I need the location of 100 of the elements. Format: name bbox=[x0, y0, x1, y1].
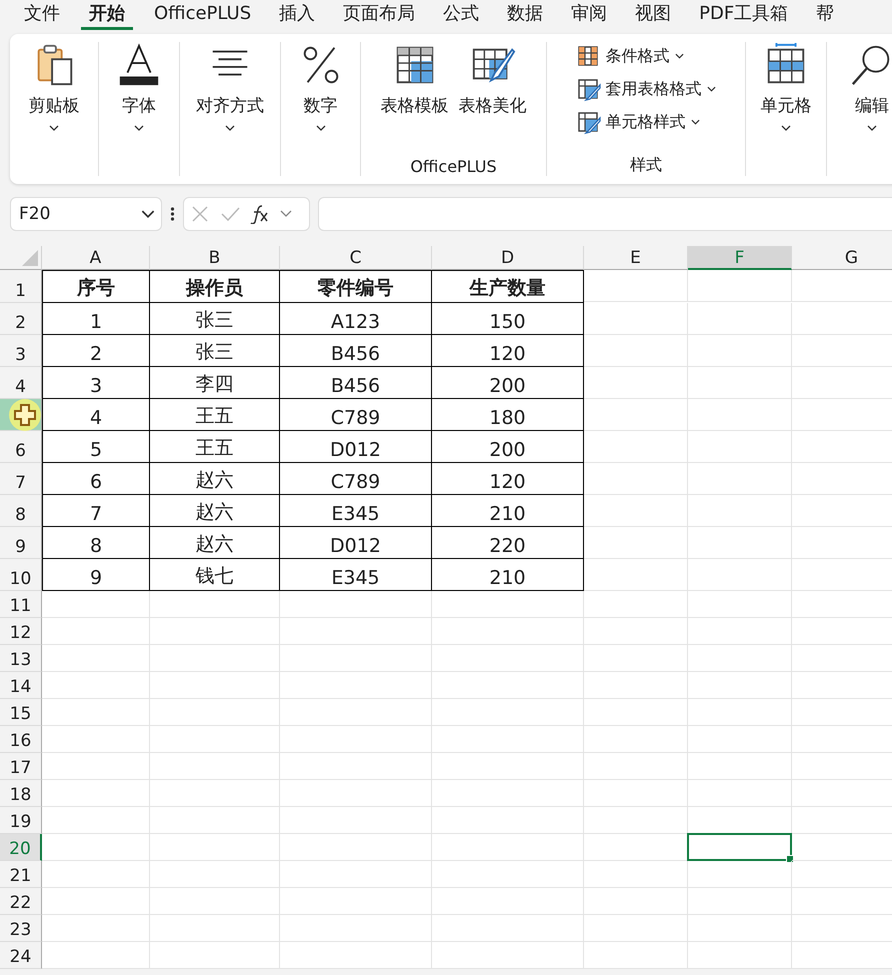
name-box[interactable]: F20 bbox=[10, 197, 162, 231]
table-cell: 6 bbox=[42, 463, 150, 495]
row-header[interactable]: 18 bbox=[0, 780, 42, 807]
table-cell: 7 bbox=[42, 495, 150, 527]
ribbon-button[interactable]: 单元格样式 bbox=[576, 110, 700, 134]
column-header[interactable]: B bbox=[150, 246, 280, 270]
row-header[interactable] bbox=[0, 399, 42, 431]
function-icon[interactable] bbox=[250, 204, 270, 224]
ribbon-button[interactable]: 套用表格格式 bbox=[576, 77, 716, 101]
row-header[interactable]: 2 bbox=[0, 303, 42, 335]
row-header[interactable]: 22 bbox=[0, 888, 42, 915]
table-cell: 8 bbox=[42, 527, 150, 559]
ribbon-button[interactable]: 表格美化 bbox=[456, 42, 528, 157]
cursor-icon bbox=[8, 398, 42, 432]
table-cell: A123 bbox=[280, 303, 432, 335]
row-header[interactable]: 12 bbox=[0, 618, 42, 645]
row-header[interactable]: 14 bbox=[0, 672, 42, 699]
menu-tab[interactable]: PDF工具箱 bbox=[685, 0, 802, 30]
menu-tab[interactable]: OfficePLUS bbox=[140, 0, 266, 30]
column-header[interactable]: F bbox=[688, 246, 792, 270]
ribbon-button[interactable]: 对齐方式 bbox=[194, 42, 266, 176]
table-cell: 钱七 bbox=[150, 559, 280, 591]
table-cell: B456 bbox=[280, 367, 432, 399]
chevron-down-icon bbox=[141, 210, 155, 218]
row-header[interactable]: 23 bbox=[0, 915, 42, 942]
table-cell: 赵六 bbox=[150, 463, 280, 495]
table-cell: 9 bbox=[42, 559, 150, 591]
ribbon-button[interactable]: 条件格式 bbox=[576, 44, 684, 68]
row-header[interactable]: 11 bbox=[0, 591, 42, 618]
row-header[interactable]: 3 bbox=[0, 335, 42, 367]
row-header[interactable]: 15 bbox=[0, 699, 42, 726]
table-cell: 生产数量 bbox=[432, 270, 584, 303]
table-cell: 210 bbox=[432, 495, 584, 527]
column-header[interactable]: E bbox=[584, 246, 688, 270]
menu-tab[interactable]: 视图 bbox=[621, 0, 686, 30]
menu-tab[interactable]: 插入 bbox=[265, 0, 330, 30]
formula-input[interactable] bbox=[318, 197, 892, 231]
table-cell: 张三 bbox=[150, 303, 280, 335]
table-brush-icon bbox=[576, 77, 600, 101]
row-header[interactable]: 8 bbox=[0, 495, 42, 527]
ribbon-button[interactable]: 单元格 bbox=[758, 42, 814, 176]
group-label: 样式 bbox=[630, 155, 662, 176]
table-cell: 赵六 bbox=[150, 527, 280, 559]
table-cell: 零件编号 bbox=[280, 270, 432, 303]
row-header[interactable]: 21 bbox=[0, 861, 42, 888]
table-cell: 3 bbox=[42, 367, 150, 399]
menu-tab[interactable]: 开始 bbox=[81, 0, 133, 30]
table-cell: 120 bbox=[432, 335, 584, 367]
table-cell: 200 bbox=[432, 367, 584, 399]
table-icon bbox=[576, 44, 600, 68]
menu-tab[interactable]: 文件 bbox=[10, 0, 74, 30]
table-cell: 2 bbox=[42, 335, 150, 367]
table-cell: 1 bbox=[42, 303, 150, 335]
table-cell: 序号 bbox=[42, 270, 150, 303]
table-cell: 李四 bbox=[150, 367, 280, 399]
table-cell: 180 bbox=[432, 399, 584, 431]
row-header[interactable]: 16 bbox=[0, 726, 42, 753]
row-header[interactable]: 19 bbox=[0, 807, 42, 834]
menu-tab[interactable]: 公式 bbox=[429, 0, 494, 30]
ribbon-button[interactable]: 剪贴板 bbox=[26, 42, 82, 176]
menu-tab[interactable]: 帮 bbox=[802, 0, 848, 30]
ribbon-button[interactable]: 数字 bbox=[296, 42, 346, 176]
row-header[interactable]: 17 bbox=[0, 753, 42, 780]
table-brush-icon bbox=[576, 110, 600, 134]
table-cell: 王五 bbox=[150, 399, 280, 431]
table-cell: 赵六 bbox=[150, 495, 280, 527]
row-header[interactable]: 24 bbox=[0, 942, 42, 969]
row-header[interactable]: 7 bbox=[0, 463, 42, 495]
ribbon-button[interactable]: 编辑 bbox=[847, 42, 892, 176]
triangle-icon bbox=[22, 250, 38, 266]
row-header[interactable]: 9 bbox=[0, 527, 42, 559]
row-header[interactable]: 6 bbox=[0, 431, 42, 463]
table-cell: 王五 bbox=[150, 431, 280, 463]
table-cell: 4 bbox=[42, 399, 150, 431]
column-header[interactable]: C bbox=[280, 246, 432, 270]
table-cell: C789 bbox=[280, 399, 432, 431]
row-header[interactable]: 20 bbox=[0, 834, 42, 861]
row-header[interactable]: 10 bbox=[0, 559, 42, 591]
table-cell: 200 bbox=[432, 431, 584, 463]
table-cell: D012 bbox=[280, 527, 432, 559]
column-header[interactable]: G bbox=[792, 246, 892, 270]
menu-tab[interactable]: 数据 bbox=[493, 0, 558, 30]
row-header[interactable]: 4 bbox=[0, 367, 42, 399]
table-cell: 150 bbox=[432, 303, 584, 335]
menu-tab[interactable]: 页面布局 bbox=[329, 0, 430, 30]
group-label: OfficePLUS bbox=[410, 157, 497, 176]
table-cell: D012 bbox=[280, 431, 432, 463]
chevron-down-icon bbox=[280, 210, 292, 218]
row-header[interactable]: 13 bbox=[0, 645, 42, 672]
more-icon[interactable] bbox=[170, 206, 175, 222]
ribbon-button[interactable]: 字体 bbox=[114, 42, 164, 176]
ribbon-button[interactable]: 表格模板 bbox=[378, 42, 450, 157]
menu-tab[interactable]: 审阅 bbox=[557, 0, 622, 30]
column-header[interactable]: D bbox=[432, 246, 584, 270]
table-cell: E345 bbox=[280, 495, 432, 527]
table-cell: 210 bbox=[432, 559, 584, 591]
row-header[interactable]: 1 bbox=[0, 270, 42, 303]
table-cell: 220 bbox=[432, 527, 584, 559]
table-cell: 5 bbox=[42, 431, 150, 463]
column-header[interactable]: A bbox=[42, 246, 150, 270]
